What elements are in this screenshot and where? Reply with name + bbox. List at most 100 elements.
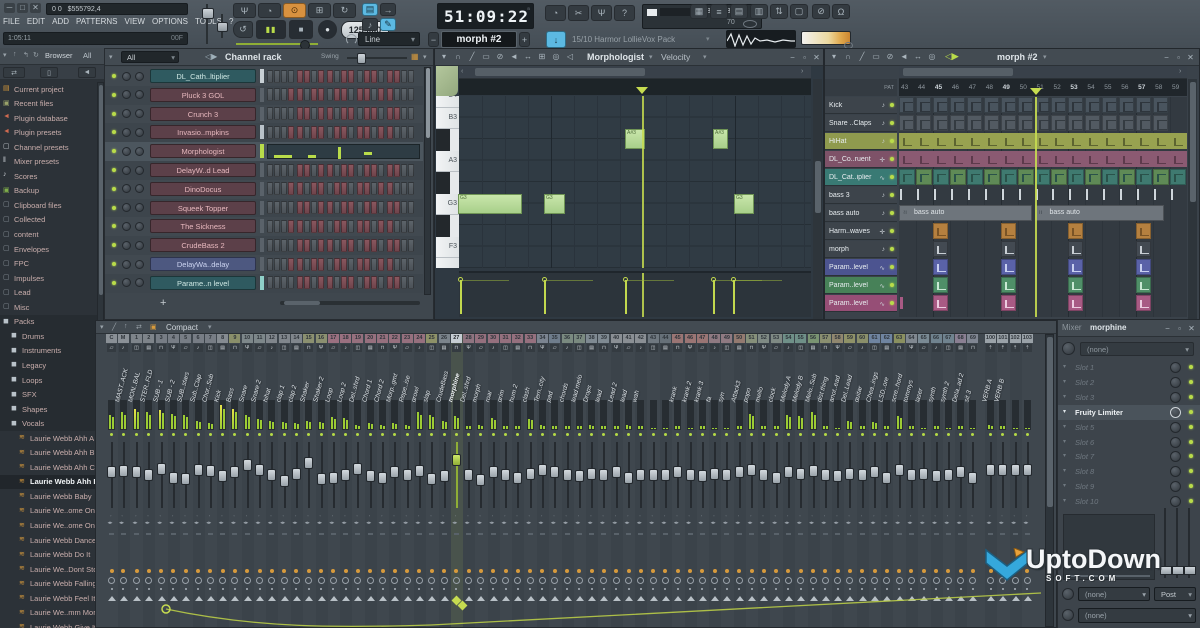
strip-width-icon[interactable]: ◂▸ — [772, 520, 777, 526]
strip-mute-led[interactable] — [627, 433, 630, 436]
browser-item[interactable]: ≋Laurie Webb Ahh A — [0, 431, 97, 446]
step-cell[interactable] — [297, 182, 303, 195]
strip-fx-lamp[interactable] — [430, 569, 434, 573]
playlist-title[interactable]: morph #2 — [997, 52, 1038, 62]
channel-volume-knob[interactable] — [135, 260, 144, 269]
song-loop-button[interactable]: ↺ — [233, 21, 253, 38]
automation-clip[interactable]: ≀ıbass auto — [899, 205, 1032, 221]
strip-width-icon[interactable]: ◂▸ — [1023, 520, 1028, 526]
step-cell[interactable] — [401, 276, 407, 289]
browser-item[interactable]: ≋Laurie Webb Ahh B — [0, 446, 97, 461]
browser-item-selected[interactable]: ≋Laurie Webb Ahh D — [0, 475, 97, 490]
slot-chevron-icon[interactable]: ▾ — [1063, 467, 1066, 474]
strip-fx-lamp[interactable] — [823, 569, 827, 573]
slot-mix-knob[interactable] — [1170, 422, 1181, 433]
browser-item[interactable]: ≋Laurie Webb Do It — [0, 548, 97, 563]
strip-route-diamond[interactable] — [451, 596, 461, 606]
step-cell[interactable] — [297, 164, 303, 177]
strip-fader[interactable] — [575, 470, 584, 482]
step-cell[interactable] — [408, 70, 414, 83]
strip-fader[interactable] — [415, 465, 424, 477]
track-mute-led[interactable] — [890, 229, 894, 233]
strip-fader[interactable] — [280, 475, 289, 487]
mixer-pencil-icon[interactable]: ╱ — [112, 323, 116, 331]
strip-fx-lamp[interactable] — [393, 569, 397, 573]
piano-zoom-icon[interactable]: ◎ — [549, 51, 563, 63]
strip-fx-lamp[interactable] — [799, 569, 803, 573]
strip-route-arrow[interactable] — [699, 596, 707, 601]
piano-black-key[interactable] — [436, 172, 450, 194]
step-cell[interactable] — [267, 239, 273, 252]
step-cell[interactable] — [281, 182, 287, 195]
strip-route-arrow[interactable] — [342, 596, 350, 601]
strip-pan-knob[interactable] — [723, 577, 730, 584]
strip-fader[interactable] — [624, 472, 633, 484]
strip-width-icon[interactable]: ◂▸ — [883, 520, 888, 526]
mixer-strip[interactable]: 24♪growl◦◂▸ — [414, 334, 426, 627]
step-cell[interactable] — [327, 70, 333, 83]
strip-width-icon[interactable]: ◂▸ — [563, 520, 568, 526]
strip-mute-led[interactable] — [393, 433, 396, 436]
step-cell[interactable] — [334, 258, 340, 271]
step-cell[interactable] — [297, 258, 303, 271]
strip-pan-knob[interactable] — [871, 577, 878, 584]
mixer-strip[interactable]: 42♪wah◦◂▸ — [635, 334, 647, 627]
slot-chevron-icon[interactable]: ▾ — [1063, 452, 1066, 459]
mixer-strip[interactable]: 7◫Chor..Sub◦◂▸ — [205, 334, 217, 627]
strip-route-arrow[interactable] — [945, 596, 953, 601]
strip-mute-led[interactable] — [135, 433, 138, 436]
mixer-strip[interactable]: 50▤Attack3◦◂▸ — [734, 334, 746, 627]
playlist-track-label[interactable]: Kick♪ — [825, 97, 897, 114]
strip-route-arrow[interactable] — [920, 596, 928, 601]
strip-mute-led[interactable] — [504, 433, 507, 436]
step-cell[interactable] — [348, 220, 354, 233]
step-cell[interactable] — [378, 88, 384, 101]
playlist-clip[interactable] — [899, 97, 914, 113]
piano-playhead-marker[interactable] — [636, 87, 648, 94]
playlist-clip[interactable] — [984, 97, 999, 113]
playlist-clip[interactable] — [1018, 97, 1033, 113]
strip-fader[interactable] — [181, 473, 190, 485]
strip-route-arrow[interactable] — [625, 596, 633, 601]
channel-pan-knob[interactable] — [122, 147, 131, 156]
step-cell[interactable] — [394, 239, 400, 252]
step-cell[interactable] — [304, 126, 310, 139]
strip-width-icon[interactable]: ◂▸ — [600, 520, 605, 526]
strip-route-arrow[interactable] — [810, 596, 818, 601]
strip-fx-lamp[interactable] — [577, 569, 581, 573]
strip-mute-led[interactable] — [307, 433, 310, 436]
playlist-clip[interactable] — [984, 115, 999, 131]
playlist-delete-icon[interactable]: ⊘ — [883, 51, 897, 63]
playlist-clip[interactable] — [899, 115, 914, 131]
clip-tick[interactable] — [1154, 189, 1156, 200]
step-cell[interactable] — [281, 258, 287, 271]
channel-enable-led[interactable] — [112, 112, 116, 116]
strip-width-icon[interactable]: ◂▸ — [206, 520, 211, 526]
strip-pan-knob[interactable] — [404, 577, 411, 584]
strip-fx-lamp[interactable] — [651, 569, 655, 573]
strip-pan-knob[interactable] — [207, 577, 214, 584]
browser-item[interactable]: ≋Laurie We..ome On B — [0, 519, 97, 534]
mixer-menu-icon[interactable]: ▾ — [100, 323, 104, 331]
mixer-strip[interactable]: 30♪roar◦◂▸ — [488, 334, 500, 627]
strip-width-icon[interactable]: ◂▸ — [145, 520, 150, 526]
strip-fader[interactable] — [513, 472, 522, 484]
next-arrow-button[interactable]: → — [380, 3, 396, 16]
strip-route-arrow[interactable] — [367, 596, 375, 601]
strip-width-icon[interactable]: ◂▸ — [871, 520, 876, 526]
strip-fader[interactable] — [218, 470, 227, 482]
step-cell[interactable] — [334, 201, 340, 214]
mixer-strip[interactable]: 56▤Melo..Sub◦◂▸ — [808, 334, 820, 627]
strip-mute-led[interactable] — [713, 433, 716, 436]
strip-width-icon[interactable]: ◂▸ — [194, 520, 199, 526]
mixer-strip[interactable]: 34ΨTern..city◦◂▸ — [537, 334, 549, 627]
mixer-strip[interactable]: 9⊓Bass◦◂▸ — [229, 334, 241, 627]
strip-fx-lamp[interactable] — [491, 569, 495, 573]
step-cell[interactable] — [364, 220, 370, 233]
step-cell[interactable] — [387, 201, 393, 214]
strip-pan-knob[interactable] — [797, 577, 804, 584]
strip-fx-lamp[interactable] — [171, 569, 175, 573]
strip-route-arrow[interactable] — [871, 596, 879, 601]
playlist-clip[interactable] — [950, 115, 965, 131]
playlist-track-label[interactable]: bass 3♪ — [825, 187, 897, 204]
